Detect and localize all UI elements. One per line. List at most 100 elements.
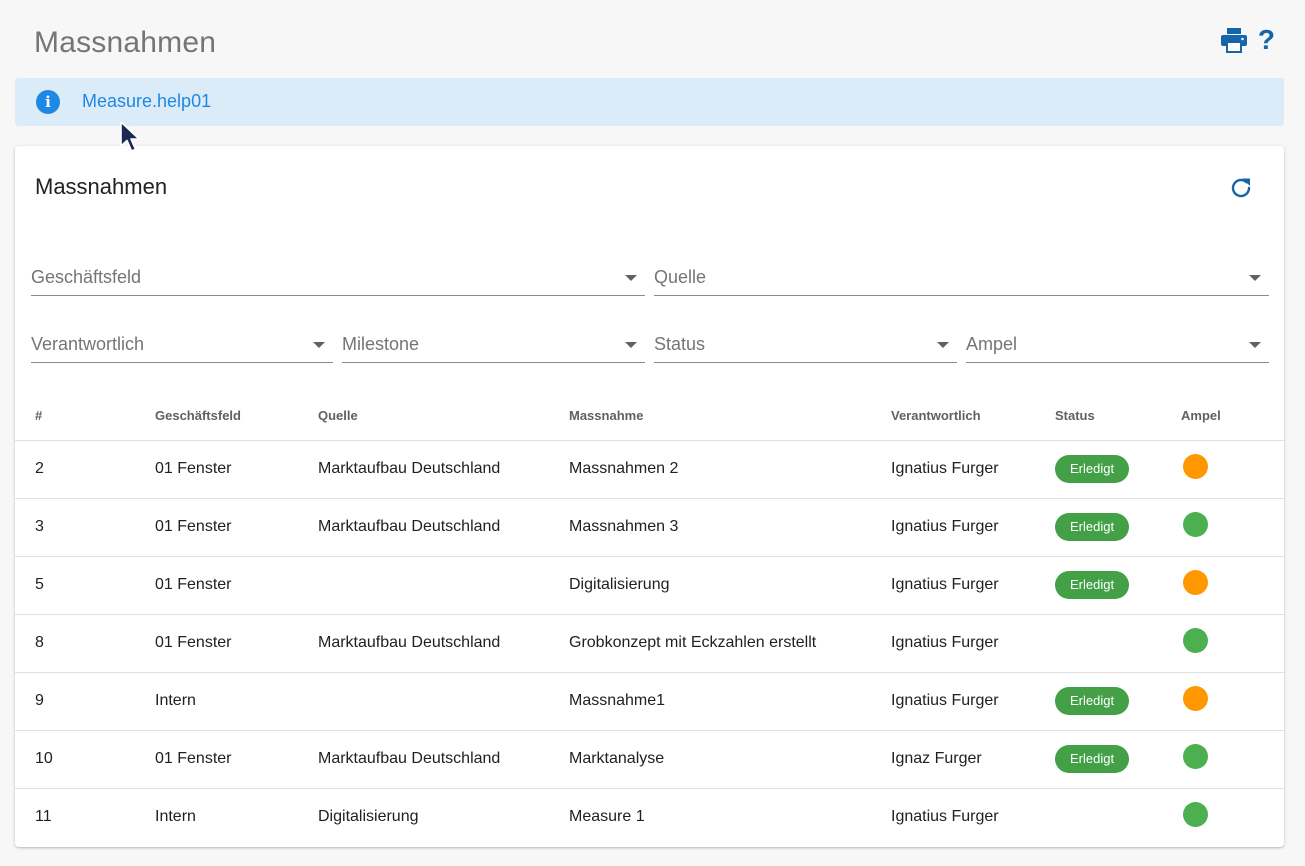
traffic-light-icon — [1183, 802, 1208, 828]
cell-ampel — [1181, 498, 1284, 557]
ampel-select[interactable]: Ampel — [966, 327, 1269, 363]
table-row[interactable]: 8 01 Fenster Marktaufbau Deutschland Gro… — [15, 614, 1284, 673]
printer-icon[interactable] — [1220, 27, 1248, 53]
cell-geschaeftsfeld: 01 Fenster — [155, 556, 318, 615]
cell-verantwortlich: Ignaz Furger — [891, 730, 1055, 789]
status-badge: Erledigt — [1055, 513, 1130, 541]
mouse-pointer-icon — [120, 121, 140, 152]
cell-massnahme: Digitalisierung — [569, 556, 891, 615]
cell-geschaeftsfeld: Intern — [155, 672, 318, 731]
column-header-quelle[interactable]: Quelle — [318, 392, 569, 441]
status-label: Status — [654, 334, 706, 354]
chevron-down-icon — [625, 275, 637, 281]
cell-ampel — [1181, 788, 1284, 846]
table-row[interactable]: 2 01 Fenster Marktaufbau Deutschland Mas… — [15, 440, 1284, 499]
cell-massnahme: Massnahme1 — [569, 672, 891, 731]
cell-quelle: Marktaufbau Deutschland — [318, 498, 569, 557]
cell-id: 3 — [15, 498, 155, 557]
info-icon: i — [36, 90, 60, 114]
quelle-select[interactable]: Quelle — [654, 260, 1269, 296]
status-badge: Erledigt — [1055, 455, 1130, 483]
page-header: Massnahmen ? — [0, 0, 1305, 78]
traffic-light-icon — [1183, 454, 1208, 479]
header-actions: ? — [1220, 26, 1275, 54]
cell-massnahme: Marktanalyse — [569, 730, 891, 789]
column-header-massnahme[interactable]: Massnahme — [569, 392, 891, 441]
column-header-status[interactable]: Status — [1055, 392, 1181, 441]
cell-quelle — [318, 672, 569, 731]
cell-massnahme: Measure 1 — [569, 808, 645, 826]
table-row[interactable]: 5 01 Fenster Digitalisierung Ignatius Fu… — [15, 556, 1284, 615]
cell-verantwortlich: Ignatius Furger — [891, 498, 1055, 557]
cell-status: Erledigt — [1055, 730, 1181, 789]
geschaeftsfeld-label: Geschäftsfeld — [31, 267, 142, 287]
cell-massnahme: Grobkonzept mit Eckzahlen erstellt — [569, 614, 891, 673]
cell-id: 2 — [15, 440, 155, 499]
cell-massnahme: Massnahmen 3 — [569, 498, 891, 557]
status-badge: Erledigt — [1055, 745, 1130, 773]
cell-status: Erledigt — [1055, 556, 1181, 615]
cell-quelle: Marktaufbau Deutschland — [318, 440, 569, 499]
cell-ampel — [1181, 440, 1284, 499]
cell-massnahme: Massnahmen 2 — [569, 440, 891, 499]
cell-ampel — [1181, 672, 1284, 731]
quelle-label: Quelle — [654, 267, 707, 287]
chevron-down-icon — [313, 342, 325, 348]
status-select[interactable]: Status — [654, 327, 957, 363]
traffic-light-icon — [1183, 628, 1208, 653]
cell-quelle: Digitalisierung — [318, 808, 419, 826]
cell-id: 10 — [15, 730, 155, 789]
cell-verantwortlich: Ignatius Furger — [891, 440, 1055, 499]
cell-ampel — [1181, 730, 1284, 789]
column-header-geschaeftsfeld[interactable]: Geschäftsfeld — [155, 392, 318, 441]
info-banner: i Measure.help01 — [15, 78, 1284, 126]
table-row[interactable]: 11 Intern Digitalisierung Measure 1 Igna… — [15, 788, 1284, 846]
column-header-ampel[interactable]: Ampel — [1181, 392, 1284, 441]
chevron-down-icon — [1249, 275, 1261, 281]
refresh-icon[interactable] — [1226, 173, 1256, 203]
traffic-light-icon — [1183, 744, 1208, 769]
cell-verantwortlich: Ignatius Furger — [891, 614, 1055, 673]
measures-card: Massnahmen Geschäftsfeld Quelle Verantwo… — [15, 146, 1284, 847]
help-icon[interactable]: ? — [1258, 26, 1275, 54]
column-header-verantwortlich[interactable]: Verantwortlich — [891, 392, 1055, 441]
ampel-label: Ampel — [966, 334, 1018, 354]
cell-id: 8 — [15, 614, 155, 673]
cell-geschaeftsfeld: 01 Fenster — [155, 730, 318, 789]
cell-verantwortlich: Ignatius Furger — [891, 672, 1055, 731]
verantwortlich-select[interactable]: Verantwortlich — [31, 327, 333, 363]
cell-status: Erledigt — [1055, 498, 1181, 557]
cell-status — [1055, 614, 1181, 673]
table-row[interactable]: 9 Intern Massnahme1 Ignatius Furger Erle… — [15, 672, 1284, 731]
cell-id: 5 — [15, 556, 155, 615]
page-title: Massnahmen — [34, 26, 217, 59]
milestone-select[interactable]: Milestone — [342, 327, 645, 363]
cell-status — [1055, 788, 1181, 846]
column-header-id[interactable]: # — [15, 392, 155, 441]
milestone-label: Milestone — [342, 334, 420, 354]
status-badge: Erledigt — [1055, 571, 1130, 599]
cell-quelle: Marktaufbau Deutschland — [318, 730, 569, 789]
cell-status: Erledigt — [1055, 672, 1181, 731]
geschaeftsfeld-select[interactable]: Geschäftsfeld — [31, 260, 645, 296]
cell-id: 11 — [35, 808, 52, 826]
table-header-row: # Geschäftsfeld Quelle Massnahme Verantw… — [15, 392, 1284, 441]
chevron-down-icon — [625, 342, 637, 348]
traffic-light-icon — [1183, 512, 1208, 537]
cell-verantwortlich: Ignatius Furger — [891, 556, 1055, 615]
info-banner-text: Measure.help01 — [82, 91, 212, 111]
cell-geschaeftsfeld: 01 Fenster — [155, 440, 318, 499]
cell-geschaeftsfeld: 01 Fenster — [155, 614, 318, 673]
table-row[interactable]: 10 01 Fenster Marktaufbau Deutschland Ma… — [15, 730, 1284, 789]
cell-verantwortlich: Ignatius Furger — [891, 808, 999, 826]
cell-quelle: Marktaufbau Deutschland — [318, 614, 569, 673]
cell-ampel — [1181, 556, 1284, 615]
verantwortlich-label: Verantwortlich — [31, 334, 145, 354]
cell-id: 9 — [15, 672, 155, 731]
cell-status: Erledigt — [1055, 440, 1181, 499]
cell-geschaeftsfeld: Intern — [155, 808, 196, 826]
chevron-down-icon — [937, 342, 949, 348]
traffic-light-icon — [1183, 686, 1208, 711]
cell-ampel — [1181, 614, 1284, 673]
table-row[interactable]: 3 01 Fenster Marktaufbau Deutschland Mas… — [15, 498, 1284, 557]
